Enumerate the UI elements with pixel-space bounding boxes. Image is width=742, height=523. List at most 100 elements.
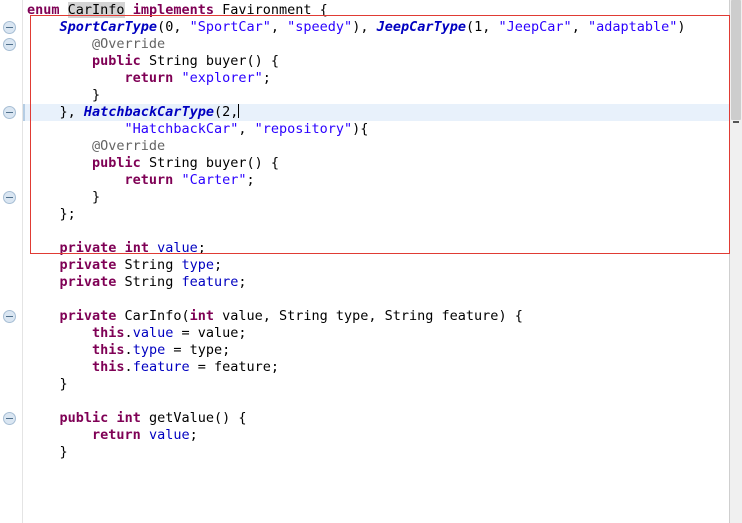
scrollbar-annotation-mark bbox=[733, 121, 739, 123]
code-line-text: private CarInfo(int value, String type, … bbox=[23, 308, 523, 325]
code-line[interactable]: public String buyer() { bbox=[23, 155, 729, 172]
code-line[interactable]: @Override bbox=[23, 138, 729, 155]
code-token: public bbox=[59, 410, 109, 426]
code-line-text: return value; bbox=[23, 427, 198, 444]
code-line[interactable]: } bbox=[23, 189, 729, 206]
code-token: return bbox=[92, 427, 141, 443]
text-caret bbox=[238, 104, 240, 118]
code-line-text: private String type; bbox=[23, 257, 223, 274]
code-token: HatchbackCarType bbox=[83, 104, 214, 120]
fold-collapse-marker[interactable] bbox=[3, 106, 16, 119]
code-token: String bbox=[116, 274, 182, 290]
code-line[interactable]: }; bbox=[23, 206, 729, 223]
code-line[interactable]: this.feature = feature; bbox=[23, 359, 729, 376]
fold-collapse-marker[interactable] bbox=[3, 310, 16, 323]
code-line[interactable]: return "Carter"; bbox=[23, 172, 729, 189]
code-line[interactable] bbox=[23, 291, 729, 308]
code-line[interactable]: SportCarType(0, "SportCar", "speedy"), J… bbox=[23, 19, 729, 36]
code-line[interactable] bbox=[23, 393, 729, 410]
code-line-text: } bbox=[23, 376, 68, 393]
vertical-scrollbar[interactable] bbox=[729, 0, 742, 523]
code-token: private bbox=[59, 308, 117, 324]
fold-collapse-marker[interactable] bbox=[3, 21, 16, 34]
code-line-text: this.value = value; bbox=[23, 325, 246, 342]
code-line[interactable]: private int value; bbox=[23, 240, 729, 257]
code-token: String buyer() { bbox=[140, 53, 279, 69]
code-token: this bbox=[92, 359, 125, 375]
code-line[interactable]: private String type; bbox=[23, 257, 729, 274]
code-token: value bbox=[132, 325, 174, 341]
fold-collapse-marker[interactable] bbox=[3, 191, 16, 204]
code-token: CarInfo( bbox=[116, 308, 190, 324]
folding-gutter[interactable] bbox=[0, 0, 23, 523]
code-token: , bbox=[571, 19, 588, 35]
code-token: , bbox=[238, 121, 255, 137]
code-token: ){ bbox=[352, 121, 369, 137]
code-line-text: enum CarInfo implements Favironment { bbox=[23, 2, 328, 19]
code-token: private bbox=[59, 257, 117, 273]
code-token: ( bbox=[213, 104, 223, 120]
fold-collapse-marker[interactable] bbox=[3, 38, 16, 51]
fold-collapse-marker[interactable] bbox=[3, 412, 16, 425]
code-line[interactable]: return "explorer"; bbox=[23, 70, 729, 87]
code-token: . bbox=[124, 325, 133, 341]
code-line[interactable]: } bbox=[23, 444, 729, 461]
code-line[interactable] bbox=[23, 223, 729, 240]
code-token: feature bbox=[132, 359, 190, 375]
code-line-text: } bbox=[23, 189, 100, 206]
code-line[interactable]: return value; bbox=[23, 427, 729, 444]
code-token: public bbox=[92, 53, 141, 69]
code-line[interactable]: private CarInfo(int value, String type, … bbox=[23, 308, 729, 325]
code-line[interactable]: "HatchbackCar", "repository"){ bbox=[23, 121, 729, 138]
code-line[interactable]: public String buyer() { bbox=[23, 53, 729, 70]
code-token: this bbox=[92, 325, 125, 341]
code-line[interactable]: this.value = value; bbox=[23, 325, 729, 342]
code-token: "explorer" bbox=[181, 70, 263, 86]
code-editor[interactable]: enum CarInfo implements Favironment { Sp… bbox=[0, 0, 742, 523]
code-line[interactable]: public int getValue() { bbox=[23, 410, 729, 427]
code-line-text: }; bbox=[23, 206, 76, 223]
code-token: "JeepCar" bbox=[498, 19, 572, 35]
code-token: value, String type, String feature) { bbox=[213, 308, 523, 324]
code-token: , bbox=[270, 19, 288, 35]
code-line[interactable]: } bbox=[23, 376, 729, 393]
code-line-text: this.feature = feature; bbox=[23, 359, 279, 376]
code-token: , bbox=[482, 19, 499, 35]
code-line[interactable]: enum CarInfo implements Favironment { bbox=[23, 2, 729, 19]
code-token: implements bbox=[132, 2, 214, 18]
code-line[interactable]: @Override bbox=[23, 36, 729, 53]
code-token: ; bbox=[238, 274, 247, 290]
code-token: "SportCar" bbox=[189, 19, 271, 35]
code-token: value bbox=[148, 427, 190, 443]
code-token: int bbox=[189, 308, 214, 324]
code-token: ), bbox=[352, 19, 377, 35]
code-line[interactable]: } bbox=[23, 87, 729, 104]
code-text-area[interactable]: enum CarInfo implements Favironment { Sp… bbox=[23, 0, 729, 523]
code-token: } bbox=[27, 87, 101, 103]
code-line[interactable]: this.type = type; bbox=[23, 342, 729, 359]
code-token: value bbox=[157, 240, 198, 256]
code-line-text: } bbox=[23, 444, 68, 461]
code-token: "Carter" bbox=[181, 172, 247, 188]
code-line-current[interactable]: }, HatchbackCarType(2, bbox=[23, 104, 729, 121]
code-line-text: } bbox=[23, 87, 100, 104]
code-token: private bbox=[59, 274, 117, 290]
code-token: . bbox=[124, 359, 133, 375]
code-line[interactable]: private String feature; bbox=[23, 274, 729, 291]
code-line-text: @Override bbox=[23, 36, 165, 53]
code-token: ; bbox=[246, 172, 255, 188]
code-token: Favironment { bbox=[213, 2, 328, 18]
scrollbar-thumb[interactable] bbox=[731, 0, 741, 120]
code-token: = value; bbox=[173, 325, 247, 341]
code-token: return bbox=[124, 172, 174, 188]
